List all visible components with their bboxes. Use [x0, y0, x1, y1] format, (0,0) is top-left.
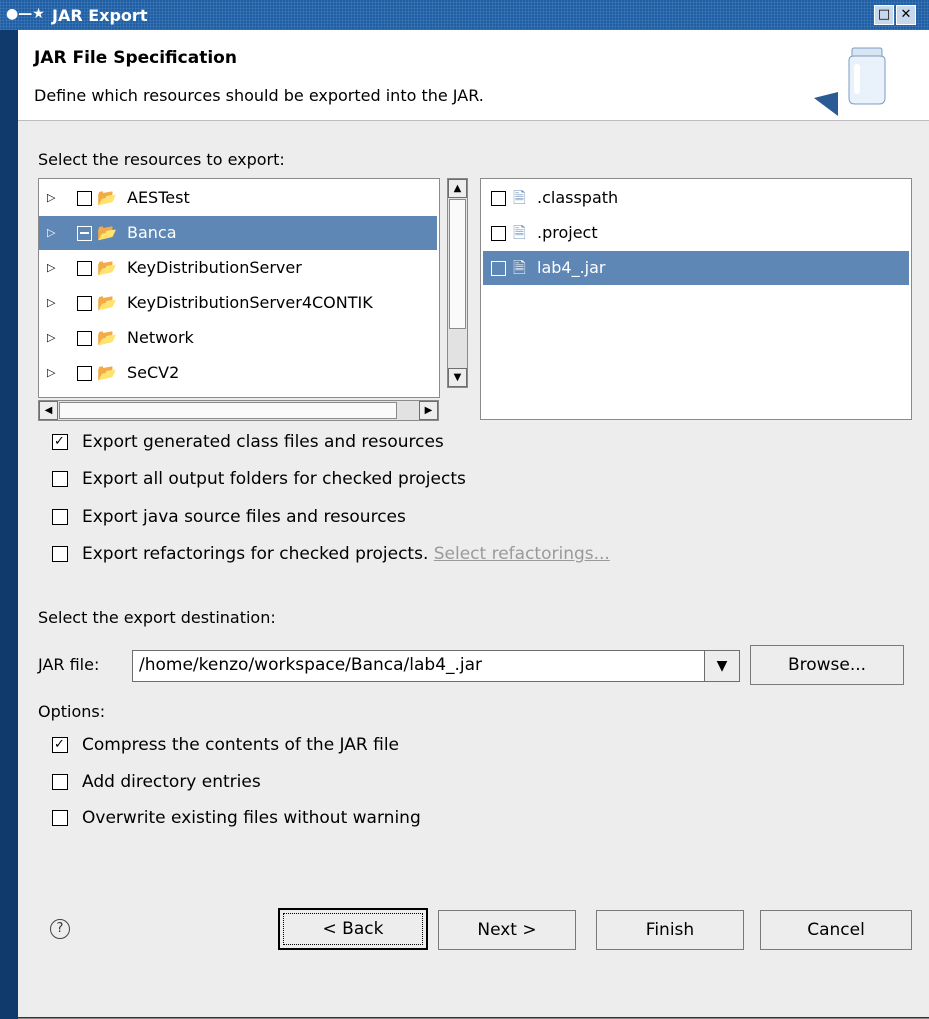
option-label: Add directory entries [82, 772, 261, 792]
expand-arrow-icon[interactable]: ▷ [47, 216, 55, 250]
file-item-project[interactable]: 🗎 .project [483, 216, 909, 250]
file-icon: 🗎 [513, 223, 526, 242]
scroll-down-icon[interactable]: ▼ [448, 368, 467, 387]
tree-horizontal-scrollbar[interactable]: ◀ ▶ [38, 400, 439, 421]
option-label: Export generated class files and resourc… [82, 432, 444, 452]
checkbox[interactable] [52, 774, 68, 790]
checkbox-checked[interactable] [52, 733, 68, 757]
tree-item-label: Network [127, 328, 194, 347]
tree-item-label: AESTest [127, 188, 190, 207]
checkbox[interactable] [491, 261, 506, 276]
scroll-thumb[interactable] [449, 199, 466, 329]
project-tree[interactable]: ▷ 📂 AESTest ▷ 📂 Banca ▷ 📂 KeyDistributio… [38, 178, 440, 398]
tree-item-label: Banca [127, 223, 177, 242]
expand-arrow-icon[interactable]: ▷ [47, 181, 55, 215]
finish-button[interactable]: Finish [596, 910, 744, 950]
project-folder-icon: 📂 [97, 293, 117, 312]
tree-item-keydistributionserver[interactable]: ▷ 📂 KeyDistributionServer [39, 251, 437, 285]
file-icon: 🗎 [513, 258, 526, 277]
file-item-classpath[interactable]: 🗎 .classpath [483, 181, 909, 215]
tree-item-secv2[interactable]: ▷ 📂 SeCV2 [39, 356, 437, 390]
wizard-header: JAR File Specification Define which reso… [18, 30, 929, 121]
next-button[interactable]: Next > [438, 910, 576, 950]
jar-file-label: JAR file: [38, 655, 100, 674]
jar-export-dialog: JAR File Specification Define which reso… [18, 30, 929, 1019]
tree-item-keydistributionserver4contik[interactable]: ▷ 📂 KeyDistributionServer4CONTIK [39, 286, 437, 320]
checkbox-checked[interactable] [52, 430, 68, 454]
project-folder-error-icon: 📂 [97, 258, 117, 277]
expand-arrow-icon[interactable]: ▷ [47, 286, 55, 320]
expand-arrow-icon[interactable]: ▷ [47, 251, 55, 285]
checkbox[interactable] [77, 366, 92, 381]
option-label: Export all output folders for checked pr… [82, 469, 466, 489]
scroll-thumb[interactable] [59, 402, 397, 419]
cancel-button[interactable]: Cancel [760, 910, 912, 950]
file-item-label: lab4_.jar [537, 258, 606, 277]
file-item-lab4-jar[interactable]: 🗎 lab4_.jar [483, 251, 909, 285]
tree-item-label: KeyDistributionServer [127, 258, 302, 277]
page-description: Define which resources should be exporte… [34, 86, 484, 105]
maximize-icon[interactable]: □ [874, 5, 894, 25]
tree-item-network[interactable]: ▷ 📂 Network [39, 321, 437, 355]
file-icon: 🗎 [513, 188, 526, 207]
checkbox[interactable] [52, 810, 68, 826]
option-label: Export refactorings for checked projects… [82, 542, 610, 566]
back-button[interactable]: < Back [278, 908, 428, 950]
checkbox[interactable] [77, 191, 92, 206]
checkbox-partial[interactable] [77, 226, 92, 241]
file-list[interactable]: 🗎 .classpath 🗎 .project 🗎 lab4_.jar [480, 178, 912, 420]
project-folder-icon: 📂 [97, 328, 117, 347]
options-label: Options: [38, 702, 106, 721]
checkbox[interactable] [52, 471, 68, 487]
window-menu-icon[interactable]: ●—★ [6, 6, 45, 22]
option-label: Overwrite existing files without warning [82, 808, 421, 828]
select-refactorings-link[interactable]: Select refactorings... [434, 544, 610, 564]
option-label: Export java source files and resources [82, 507, 406, 527]
file-item-label: .project [537, 223, 598, 242]
window-titlebar: ●—★ JAR Export □ ✕ [0, 0, 929, 30]
jar-icon [848, 47, 886, 105]
project-folder-icon: 📂 [97, 363, 117, 382]
project-folder-icon: 📂 [97, 223, 117, 242]
checkbox[interactable] [77, 261, 92, 276]
tree-item-label: KeyDistributionServer4CONTIK [127, 293, 373, 312]
expand-arrow-icon[interactable]: ▷ [47, 321, 55, 355]
resources-label: Select the resources to export: [38, 150, 285, 169]
project-folder-icon: 📂 [97, 188, 117, 207]
chevron-down-icon[interactable]: ▼ [704, 651, 739, 681]
checkbox[interactable] [491, 226, 506, 241]
scroll-right-icon[interactable]: ▶ [419, 401, 438, 420]
jar-file-combo[interactable]: /home/kenzo/workspace/Banca/lab4_.jar ▼ [132, 650, 740, 682]
wizard-corner-icon [814, 92, 838, 116]
tree-item-label: SeCV2 [127, 363, 180, 382]
jar-file-input[interactable]: /home/kenzo/workspace/Banca/lab4_.jar [139, 655, 482, 675]
scroll-up-icon[interactable]: ▲ [448, 179, 467, 198]
back-button-label: < Back [283, 913, 423, 945]
tree-vertical-scrollbar[interactable]: ▲ ▼ [447, 178, 468, 388]
option-label-text: Export refactorings for checked projects… [82, 544, 429, 564]
help-icon[interactable]: ? [50, 919, 70, 939]
window-title: JAR Export [52, 6, 148, 25]
file-item-label: .classpath [537, 188, 619, 207]
scroll-left-icon[interactable]: ◀ [39, 401, 58, 420]
destination-label: Select the export destination: [38, 608, 276, 627]
close-icon[interactable]: ✕ [896, 5, 916, 25]
browse-button[interactable]: Browse... [750, 645, 904, 685]
checkbox[interactable] [491, 191, 506, 206]
checkbox[interactable] [52, 509, 68, 525]
checkbox[interactable] [77, 296, 92, 311]
expand-arrow-icon[interactable]: ▷ [47, 356, 55, 390]
tree-item-aestest[interactable]: ▷ 📂 AESTest [39, 181, 437, 215]
checkbox[interactable] [77, 331, 92, 346]
option-label: Compress the contents of the JAR file [82, 735, 400, 755]
page-title: JAR File Specification [34, 48, 237, 68]
tree-item-banca[interactable]: ▷ 📂 Banca [39, 216, 437, 250]
checkbox[interactable] [52, 546, 68, 562]
